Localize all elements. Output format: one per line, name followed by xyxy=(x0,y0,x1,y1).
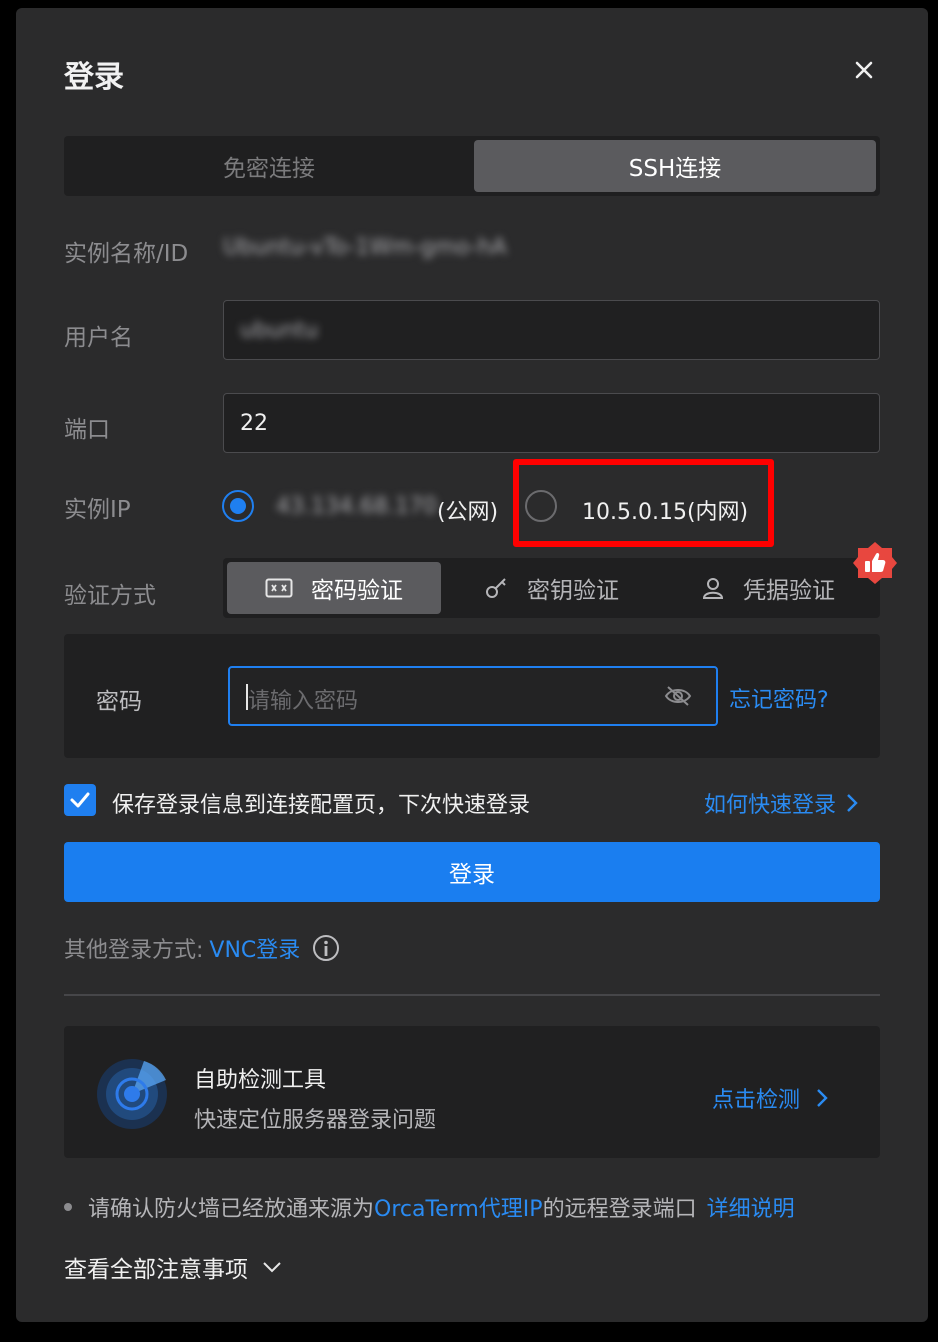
eye-hidden-icon[interactable] xyxy=(664,684,692,708)
key-icon xyxy=(485,576,509,600)
other-methods-label: 其他登录方式: xyxy=(64,938,204,963)
self-check-tool-panel: 自助检测工具 快速定位服务器登录问题 点击检测 xyxy=(64,1026,880,1158)
tab-password-auth[interactable]: 密码验证 xyxy=(227,562,441,614)
highlight-box xyxy=(513,459,774,547)
password-field[interactable]: 请输入密码 xyxy=(228,666,718,726)
tab-password-label: 密码验证 xyxy=(311,578,403,604)
public-ip-option[interactable]: 43.134.68.170 (公网) xyxy=(276,494,498,526)
auth-method-tabs: 密码验证 密钥验证 凭据验证 xyxy=(223,558,880,618)
port-value: 22 xyxy=(240,410,268,436)
radar-icon xyxy=(96,1058,168,1130)
username-field[interactable]: ubuntu xyxy=(223,300,880,360)
save-info-checkbox[interactable] xyxy=(64,784,96,816)
instance-value: Ubuntu-vTo-1Wm-gmo-hA xyxy=(223,235,507,260)
save-info-label: 保存登录信息到连接配置页，下次快速登录 xyxy=(112,793,531,818)
notice-prefix: 请确认防火墙已经放通来源为 xyxy=(88,1197,375,1222)
divider xyxy=(64,994,880,996)
username-label: 用户名 xyxy=(64,325,133,351)
other-login-methods: 其他登录方式: VNC登录 xyxy=(64,932,340,964)
firewall-notice: 请确认防火墙已经放通来源为 OrcaTerm代理IP 的远程登录端口 详细说明 xyxy=(64,1191,795,1223)
password-icon xyxy=(265,578,293,598)
run-check-link[interactable]: 点击检测 xyxy=(712,1082,828,1114)
password-placeholder: 请输入密码 xyxy=(248,689,359,714)
chevron-down-icon xyxy=(262,1261,282,1273)
instance-label: 实例名称/ID xyxy=(64,241,189,267)
run-check-text: 点击检测 xyxy=(712,1088,801,1113)
login-button[interactable]: 登录 xyxy=(64,842,880,902)
public-ip-value: 43.134.68.170 xyxy=(276,494,437,519)
orcaterm-ip-link[interactable]: OrcaTerm代理IP xyxy=(374,1191,543,1223)
password-label: 密码 xyxy=(96,689,142,715)
username-value: ubuntu xyxy=(240,317,319,343)
port-field[interactable]: 22 xyxy=(223,393,880,453)
chevron-right-icon xyxy=(846,793,858,813)
tab-credential-auth[interactable]: 凭据验证 xyxy=(701,562,835,614)
tab-key-label: 密钥验证 xyxy=(527,578,619,604)
auth-label: 验证方式 xyxy=(64,583,156,609)
view-all-notices[interactable]: 查看全部注意事项 xyxy=(64,1250,282,1284)
bullet xyxy=(64,1203,72,1211)
tab-passwordless[interactable]: 免密连接 xyxy=(68,140,470,192)
notice-suffix: 的远程登录端口 xyxy=(542,1197,697,1222)
forgot-password-link[interactable]: 忘记密码? xyxy=(729,682,829,714)
public-ip-radio[interactable] xyxy=(222,490,254,522)
login-dialog: 登录 免密连接 SSH连接 实例名称/ID Ubuntu-vTo-1Wm-gmo… xyxy=(16,8,928,1322)
password-panel: 密码 请输入密码 忘记密码? xyxy=(64,634,880,758)
tab-key-auth[interactable]: 密钥验证 xyxy=(485,562,619,614)
connection-type-tabs: 免密连接 SSH连接 xyxy=(64,136,880,196)
tab-credential-label: 凭据验证 xyxy=(743,578,835,604)
info-icon[interactable] xyxy=(312,934,340,962)
port-label: 端口 xyxy=(64,417,110,443)
quick-login-link[interactable]: 如何快速登录 xyxy=(704,787,858,819)
quick-login-text: 如何快速登录 xyxy=(704,793,837,818)
view-all-text: 查看全部注意事项 xyxy=(64,1257,248,1283)
chevron-right-icon xyxy=(816,1088,828,1108)
dialog-title: 登录 xyxy=(64,60,124,95)
user-icon xyxy=(701,576,725,600)
thumbs-up-badge-icon[interactable] xyxy=(852,540,898,586)
tool-subtitle: 快速定位服务器登录问题 xyxy=(194,1108,437,1133)
details-link[interactable]: 详细说明 xyxy=(707,1191,795,1223)
vnc-login-link[interactable]: VNC登录 xyxy=(209,932,300,964)
tool-title: 自助检测工具 xyxy=(194,1068,327,1093)
tab-ssh[interactable]: SSH连接 xyxy=(474,140,876,192)
close-icon[interactable] xyxy=(852,58,876,82)
ip-label: 实例IP xyxy=(64,497,131,523)
public-ip-suffix: (公网) xyxy=(436,500,499,525)
